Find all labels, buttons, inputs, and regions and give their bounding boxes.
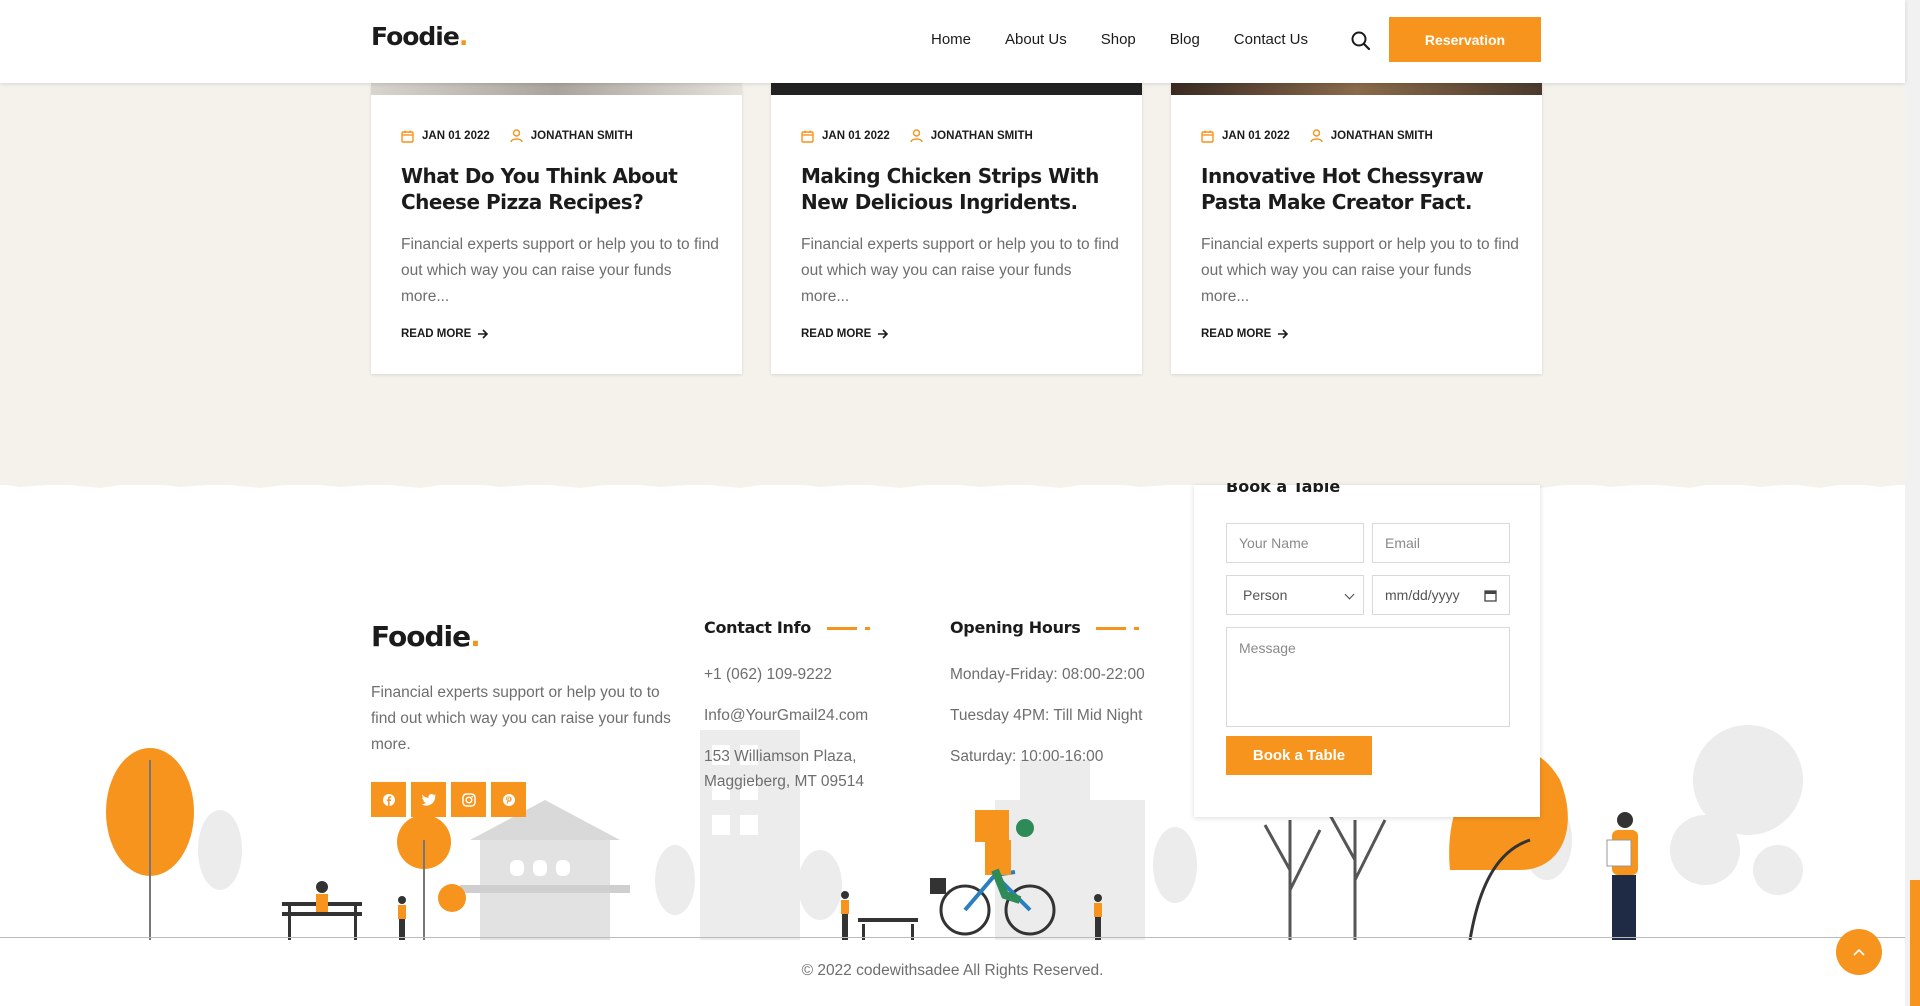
main-nav: Home About Us Shop Blog Contact Us (931, 31, 1342, 48)
twitter-icon[interactable] (411, 782, 446, 817)
blog-card-author[interactable]: JONATHAN SMITH (931, 130, 1033, 142)
arrow-right-icon (1278, 329, 1289, 339)
user-icon (510, 129, 523, 143)
reservation-button[interactable]: Reservation (1389, 17, 1541, 62)
read-more-link[interactable]: READ MORE (1201, 328, 1289, 340)
person-select[interactable]: Person (1226, 575, 1364, 615)
blog-card-author[interactable]: JONATHAN SMITH (1331, 130, 1433, 142)
book-table-form: Book a Table Your Name Email Person mm/d… (1194, 483, 1540, 817)
date-input[interactable]: mm/dd/yyyy (1372, 575, 1510, 615)
book-table-button[interactable]: Book a Table (1226, 736, 1372, 775)
blog-card-excerpt: Financial experts support or help you to… (1201, 236, 1519, 305)
blog-card: JAN 01 2022 JONATHAN SMITH Making Chicke… (771, 79, 1142, 374)
chevron-up-icon (1853, 948, 1865, 956)
nav-blog[interactable]: Blog (1170, 31, 1200, 48)
read-more-link[interactable]: READ MORE (401, 328, 489, 340)
contact-email[interactable]: Info@YourGmail24.com (704, 703, 868, 728)
nav-shop[interactable]: Shop (1101, 31, 1136, 48)
blog-card-author[interactable]: JONATHAN SMITH (531, 130, 633, 142)
calendar-icon (1201, 130, 1214, 143)
blog-card-date: JAN 01 2022 (1222, 130, 1290, 142)
calendar-icon (401, 130, 414, 143)
book-table-title: Book a Table (1226, 483, 1341, 496)
hours-line: Tuesday 4PM: Till Mid Night (950, 707, 1143, 724)
scroll-progress-indicator (1910, 880, 1920, 1006)
footer-logo[interactable]: Foodie. (371, 620, 481, 653)
name-input[interactable]: Your Name (1226, 523, 1364, 563)
blog-card-date: JAN 01 2022 (822, 130, 890, 142)
calendar-icon[interactable] (1484, 589, 1497, 602)
blog-card-title[interactable]: Innovative Hot Chessyraw Pasta Make Crea… (1201, 163, 1521, 215)
opening-hours-title: Opening Hours (950, 618, 1140, 637)
contact-phone[interactable]: +1 (062) 109-9222 (704, 662, 832, 687)
pinterest-icon[interactable] (491, 782, 526, 817)
site-header: Foodie. Home About Us Shop Blog Contact … (0, 0, 1905, 83)
blog-card: JAN 01 2022 JONATHAN SMITH What Do You T… (371, 79, 742, 374)
page-scrollbar[interactable] (1905, 0, 1920, 1006)
footer-city-illustration (106, 725, 1803, 940)
read-more-link[interactable]: READ MORE (801, 328, 889, 340)
facebook-icon[interactable] (371, 782, 406, 817)
arrow-right-icon (878, 329, 889, 339)
message-textarea[interactable]: Message (1226, 627, 1510, 727)
nav-about-us[interactable]: About Us (1005, 31, 1067, 48)
email-input[interactable]: Email (1372, 523, 1510, 563)
site-logo[interactable]: Foodie. (371, 22, 468, 51)
user-icon (910, 129, 923, 143)
contact-info-title: Contact Info (704, 618, 870, 637)
user-icon (1310, 129, 1323, 143)
social-links (371, 782, 526, 817)
blog-card: JAN 01 2022 JONATHAN SMITH Innovative Ho… (1171, 79, 1542, 374)
arrow-right-icon (478, 329, 489, 339)
blog-card-date: JAN 01 2022 (422, 130, 490, 142)
blog-card-excerpt: Financial experts support or help you to… (401, 236, 719, 305)
torn-paper-divider (0, 470, 1905, 488)
nav-home[interactable]: Home (931, 31, 971, 48)
back-to-top-button[interactable] (1836, 929, 1882, 975)
blog-card-excerpt: Financial experts support or help you to… (801, 236, 1119, 305)
nav-contact-us[interactable]: Contact Us (1234, 31, 1308, 48)
copyright-text: © 2022 codewithsadee All Rights Reserved… (801, 962, 1104, 979)
blog-card-meta: JAN 01 2022 JONATHAN SMITH (801, 129, 1053, 143)
blog-card-meta: JAN 01 2022 JONATHAN SMITH (401, 129, 653, 143)
blog-card-meta: JAN 01 2022 JONATHAN SMITH (1201, 129, 1453, 143)
contact-address-line-1: 153 Williamson Plaza, (704, 748, 857, 765)
hours-line: Saturday: 10:00-16:00 (950, 748, 1104, 765)
search-icon[interactable] (1350, 30, 1372, 52)
hours-line: Monday-Friday: 08:00-22:00 (950, 666, 1145, 683)
blog-card-title[interactable]: What Do You Think About Cheese Pizza Rec… (401, 163, 721, 215)
contact-address-line-2: Maggieberg, MT 09514 (704, 773, 864, 790)
blog-card-title[interactable]: Making Chicken Strips With New Delicious… (801, 163, 1121, 215)
footer-about-text: Financial experts support or help you to… (371, 684, 671, 753)
instagram-icon[interactable] (451, 782, 486, 817)
footer-divider (0, 937, 1905, 938)
calendar-icon (801, 130, 814, 143)
